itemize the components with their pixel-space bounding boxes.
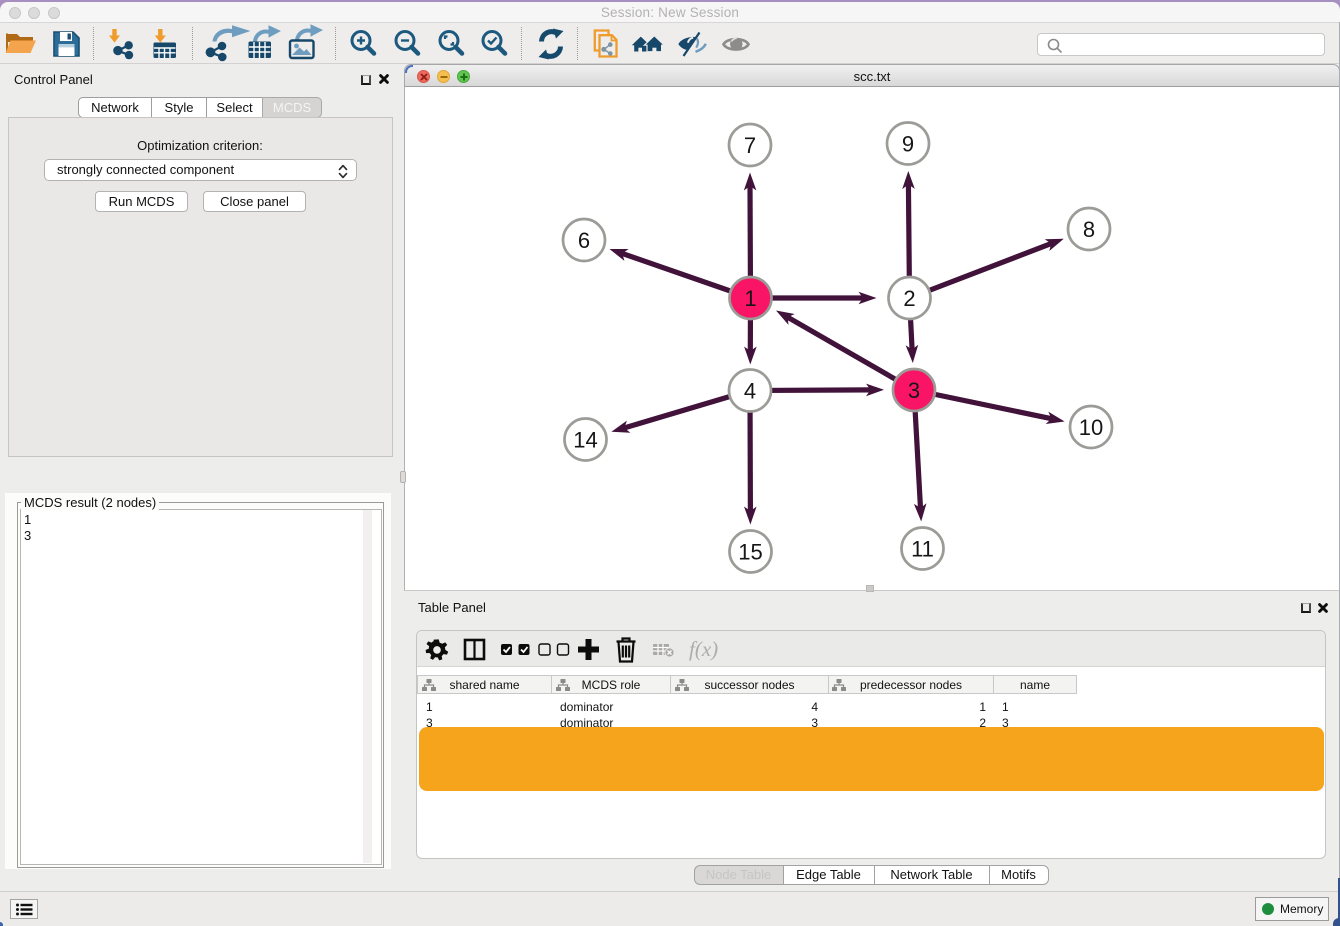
- svg-text:f(x): f(x): [689, 637, 718, 661]
- svg-text:4: 4: [744, 379, 756, 404]
- svg-text:14: 14: [573, 428, 597, 453]
- svg-text:3: 3: [908, 378, 920, 403]
- svg-text:1: 1: [744, 286, 756, 311]
- svg-text:15: 15: [738, 540, 762, 565]
- svg-text:10: 10: [1079, 415, 1103, 440]
- svg-text:2: 2: [903, 286, 915, 311]
- svg-text:7: 7: [744, 133, 756, 158]
- svg-text:6: 6: [578, 228, 590, 253]
- svg-text:8: 8: [1083, 217, 1095, 242]
- svg-text:11: 11: [911, 537, 934, 562]
- svg-text:9: 9: [902, 132, 914, 157]
